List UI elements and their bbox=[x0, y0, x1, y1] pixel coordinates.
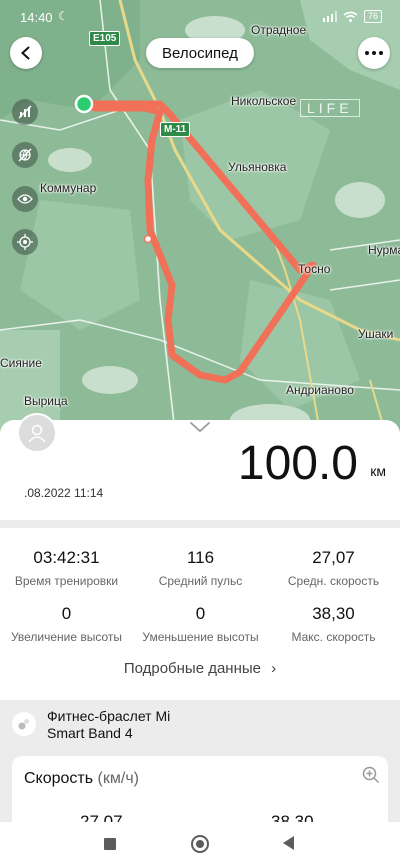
globe-off-icon bbox=[18, 148, 32, 162]
stat-elevation-gain: 0 Увеличение высоты bbox=[0, 604, 133, 644]
map-label-kommunar: Коммунар bbox=[40, 181, 97, 195]
stat-value: 27,07 bbox=[312, 548, 355, 567]
locate-icon bbox=[17, 234, 33, 250]
map-label-siyanie: Сияние bbox=[0, 356, 42, 370]
details-link[interactable]: Подробные данные › bbox=[0, 660, 400, 677]
band-icon bbox=[12, 712, 36, 736]
stat-label: Увеличение высоты bbox=[10, 630, 123, 644]
stat-label: Средний пульс bbox=[158, 574, 243, 588]
distance-value: 100.0 bbox=[237, 437, 358, 490]
eye-icon bbox=[17, 194, 33, 204]
device-name: Фитнес-браслет Mi Smart Band 4 bbox=[47, 708, 247, 742]
status-bar: 14:40 ☾ 76 bbox=[0, 0, 400, 30]
activity-type-pill[interactable]: Велосипед bbox=[146, 38, 254, 68]
speed-title-unit: (км/ч) bbox=[97, 770, 139, 787]
road-badge-m11: M-11 bbox=[160, 122, 191, 137]
more-dots-icon bbox=[365, 51, 383, 55]
map-watermark: LIFE bbox=[300, 99, 360, 117]
details-link-label: Подробные данные bbox=[123, 660, 261, 677]
map-label-nikolskoe: Никольское bbox=[231, 94, 297, 108]
home-button[interactable] bbox=[191, 835, 209, 853]
stat-max-speed: 38,30 Макс. скорость bbox=[267, 604, 400, 644]
device-name-line1: Фитнес-браслет Mi bbox=[47, 708, 171, 724]
road-badge-e105: E105 bbox=[89, 31, 121, 46]
map-label-nurma: Нурма bbox=[368, 243, 400, 257]
stat-avg-speed: 27,07 Средн. скорость bbox=[267, 548, 400, 588]
recents-button[interactable] bbox=[104, 838, 116, 850]
wifi-icon bbox=[343, 11, 358, 22]
speed-title-text: Скорость bbox=[24, 770, 94, 787]
more-button[interactable] bbox=[358, 37, 390, 69]
stat-value: 03:42:31 bbox=[33, 548, 100, 567]
route-map[interactable]: E105 M-11 LIFE Отрадное Никольское Ульян… bbox=[0, 0, 400, 432]
zoom-in-icon[interactable] bbox=[362, 766, 380, 784]
distance-unit: км bbox=[370, 463, 386, 479]
map-layer-button[interactable] bbox=[12, 142, 38, 168]
map-label-ushaki: Ушаки bbox=[358, 327, 394, 341]
status-icons: 76 bbox=[322, 10, 382, 23]
map-label-andrianovo: Андрианово bbox=[286, 383, 354, 397]
collapse-chevron-icon[interactable] bbox=[189, 421, 211, 433]
stat-label: Средн. скорость bbox=[287, 574, 380, 588]
stat-value: 116 bbox=[186, 548, 215, 567]
stat-label: Время тренировки bbox=[14, 574, 119, 588]
map-label-vyritsa: Вырица bbox=[24, 394, 68, 408]
stat-value: 0 bbox=[195, 604, 206, 623]
pace-off-icon bbox=[18, 105, 32, 119]
chevron-right-icon: › bbox=[271, 660, 277, 677]
back-button[interactable] bbox=[10, 37, 42, 69]
route-start-marker bbox=[74, 94, 94, 114]
stat-label: Макс. скорость bbox=[291, 630, 376, 644]
status-time: 14:40 bbox=[20, 10, 53, 25]
stats-grid: 03:42:31 Время тренировки 116 Средний пу… bbox=[0, 528, 400, 728]
stat-elevation-loss: 0 Уменьшение высоты bbox=[134, 604, 267, 644]
battery-icon: 76 bbox=[363, 10, 382, 23]
stat-label: Уменьшение высоты bbox=[142, 630, 259, 644]
pace-layer-button[interactable] bbox=[12, 99, 38, 125]
route-marker bbox=[143, 234, 153, 244]
speed-title: Скорость (км/ч) bbox=[24, 770, 139, 788]
visibility-button[interactable] bbox=[12, 186, 38, 212]
stat-value: 38,30 bbox=[312, 604, 355, 623]
chevron-left-icon bbox=[21, 46, 30, 60]
map-label-ulyanovka: Ульяновка bbox=[228, 160, 287, 174]
device-name-line2: Smart Band 4 bbox=[47, 725, 133, 741]
stat-workout-time: 03:42:31 Время тренировки bbox=[0, 548, 133, 588]
system-back-button[interactable] bbox=[283, 836, 294, 850]
stat-avg-heart-rate: 116 Средний пульс bbox=[134, 548, 267, 588]
avatar[interactable] bbox=[17, 413, 57, 453]
recenter-button[interactable] bbox=[12, 229, 38, 255]
user-icon bbox=[28, 424, 46, 443]
workout-date: .08.2022 11:14 bbox=[24, 486, 104, 500]
signal-icon bbox=[322, 11, 337, 22]
moon-icon: ☾ bbox=[58, 9, 69, 23]
map-label-tosno: Тосно bbox=[298, 262, 331, 276]
stat-value: 0 bbox=[61, 604, 72, 623]
